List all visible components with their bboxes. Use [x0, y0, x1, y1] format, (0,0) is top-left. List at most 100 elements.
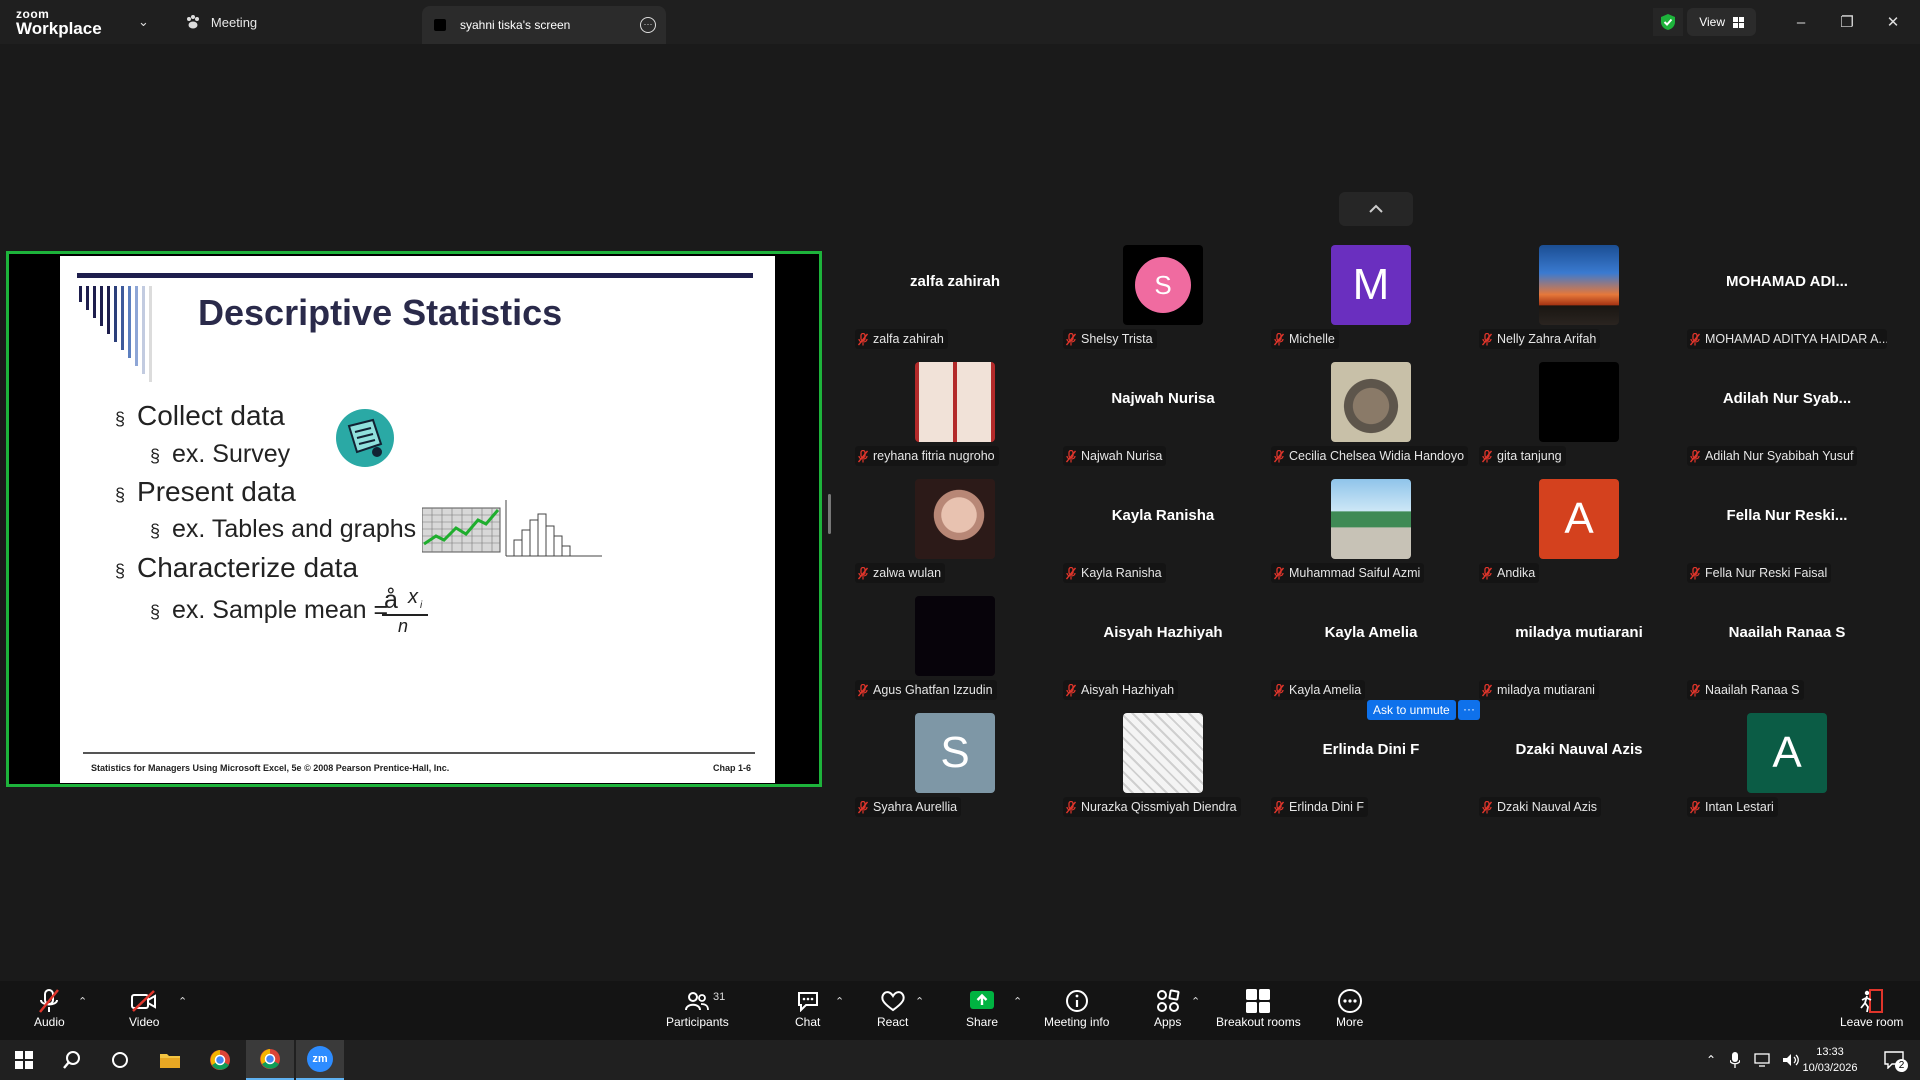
audio-options-chevron-icon[interactable]: ⌃ — [78, 995, 87, 1008]
shared-screen[interactable]: Descriptive Statistics § Collect data § ex… — [6, 251, 822, 787]
participant-tile[interactable]: Kayla Ranisha Kayla Ranisha — [1061, 479, 1265, 591]
share-button[interactable]: Share — [966, 987, 998, 1029]
participant-tile[interactable]: Nelly Zahra Arifah — [1477, 245, 1681, 357]
participant-tile[interactable]: gita tanjung — [1477, 362, 1681, 474]
tab-screen-label: syahni tiska's screen — [460, 18, 571, 32]
tab-shared-screen[interactable]: syahni tiska's screen ··· — [422, 6, 666, 44]
mic-muted-icon — [1066, 449, 1076, 462]
info-icon — [1065, 990, 1088, 1012]
participant-tile[interactable]: Nurazka Qissmiyah Diendra — [1061, 713, 1265, 825]
shield-icon[interactable] — [1653, 8, 1684, 36]
mic-muted-icon — [858, 566, 868, 579]
participant-tile[interactable]: Adilah Nur Syab... Adilah Nur Syabibah Yu… — [1685, 362, 1889, 474]
participant-display-name: Kayla Amelia — [1324, 624, 1418, 641]
participant-tile[interactable]: Dzaki Nauval Azis Dzaki Nauval Azis — [1477, 713, 1681, 825]
meeting-toolbar: Audio ⌃ Video ⌃ Participants 31 Chat ⌃ R… — [0, 981, 1920, 1040]
paw-icon — [186, 15, 199, 29]
more-options-icon[interactable]: ··· — [640, 17, 656, 33]
panel-resize-handle[interactable] — [828, 494, 831, 534]
video-options-chevron-icon[interactable]: ⌃ — [178, 995, 187, 1008]
mic-muted-icon — [1482, 449, 1492, 462]
participant-tile[interactable]: Cecilia Chelsea Widia Handoyo — [1269, 362, 1473, 474]
mic-muted-icon — [1690, 800, 1700, 813]
restore-icon[interactable]: ❐ — [1824, 13, 1870, 31]
participant-tile[interactable]: miladya mutiarani miladya mutiarani — [1477, 596, 1681, 708]
heart-icon — [880, 991, 905, 1012]
mic-muted-icon — [1690, 566, 1700, 579]
more-button[interactable]: More — [1336, 987, 1363, 1029]
share-options-chevron-icon[interactable]: ⌃ — [1013, 995, 1022, 1008]
participant-tile[interactable]: Muhammad Saiful Azmi — [1269, 479, 1473, 591]
participant-display-name: MOHAMAD ADI... — [1726, 273, 1848, 290]
chat-button[interactable]: Chat — [795, 987, 820, 1029]
search-icon[interactable] — [48, 1040, 96, 1080]
taskbar-clock[interactable]: 13:33 10/03/2026 — [1798, 1044, 1862, 1076]
participant-tile[interactable]: MOHAMAD ADI... MOHAMAD ADITYA HAIDAR A... — [1685, 245, 1889, 357]
network-icon[interactable] — [1754, 1053, 1772, 1067]
slide-footer-right: Chap 1-6 — [712, 763, 751, 773]
participant-more-button[interactable]: ··· — [1458, 700, 1480, 720]
video-off-icon — [131, 990, 157, 1012]
participant-display-name: zalfa zahirah — [909, 273, 1001, 290]
participant-name-label: Syahra Aurellia — [855, 797, 962, 817]
participant-name: Kayla Ranisha — [1081, 566, 1162, 580]
close-icon[interactable]: ✕ — [1870, 13, 1916, 31]
participant-tile[interactable]: zalfa zahirah zalfa zahirah — [853, 245, 1057, 357]
minimize-icon[interactable]: – — [1778, 14, 1824, 31]
tab-meeting[interactable]: Meeting — [185, 14, 257, 30]
participant-tile[interactable]: Fella Nur Reski... Fella Nur Reski Faisal — [1685, 479, 1889, 591]
apps-button[interactable]: Apps — [1154, 987, 1181, 1029]
react-button[interactable]: React — [877, 987, 908, 1029]
task-view-icon[interactable] — [96, 1040, 144, 1080]
participant-tile[interactable]: M Michelle — [1269, 245, 1473, 357]
zoom-app-icon[interactable]: zm — [296, 1040, 344, 1080]
participant-tile[interactable]: Erlinda Dini F Erlinda Dini F — [1269, 713, 1473, 825]
mic-muted-icon — [858, 449, 868, 462]
leave-room-button[interactable]: Leave room — [1840, 987, 1903, 1029]
windows-start-icon[interactable] — [0, 1040, 48, 1080]
participant-tile[interactable]: S Syahra Aurellia — [853, 713, 1057, 825]
tray-chevron-up-icon[interactable]: ⌃ — [1706, 1053, 1716, 1067]
participant-tile[interactable]: Agus Ghatfan Izzudin — [853, 596, 1057, 708]
gallery-scroll-up-button[interactable] — [1339, 192, 1413, 226]
participant-name-label: Naailah Ranaa S — [1687, 680, 1804, 700]
notifications-icon[interactable]: 2 — [1870, 1040, 1918, 1080]
audio-button[interactable]: Audio — [34, 987, 65, 1029]
ask-to-unmute-button[interactable]: Ask to unmute — [1367, 700, 1456, 720]
participant-tile[interactable]: S Shelsy Trista — [1061, 245, 1265, 357]
meeting-info-button[interactable]: Meeting info — [1044, 987, 1109, 1029]
view-button[interactable]: View — [1687, 8, 1756, 36]
participant-tile[interactable]: zalwa wulan — [853, 479, 1057, 591]
participant-display-name: Adilah Nur Syab... — [1722, 390, 1852, 407]
participant-name-label: Erlinda Dini F — [1271, 797, 1369, 817]
mic-muted-icon — [1482, 800, 1492, 813]
mic-muted-icon — [1690, 683, 1700, 696]
sub-survey: § ex. Survey — [150, 440, 291, 468]
participant-tile[interactable]: Kayla Amelia Kayla Amelia — [1269, 596, 1473, 708]
bullet-characterize: § Characterize data — [115, 552, 359, 583]
participant-tile[interactable]: Naailah Ranaa S Naailah Ranaa S — [1685, 596, 1889, 708]
video-button[interactable]: Video — [129, 987, 159, 1029]
chat-label: Chat — [795, 1015, 821, 1029]
file-explorer-icon[interactable] — [146, 1040, 194, 1080]
participant-name: Najwah Nurisa — [1081, 449, 1163, 463]
more-label: More — [1336, 1015, 1364, 1029]
chat-options-chevron-icon[interactable]: ⌃ — [835, 995, 844, 1008]
breakout-rooms-button[interactable]: Breakout rooms — [1216, 987, 1301, 1029]
apps-options-chevron-icon[interactable]: ⌃ — [1191, 995, 1200, 1008]
participant-tile[interactable]: A Andika — [1477, 479, 1681, 591]
react-options-chevron-icon[interactable]: ⌃ — [915, 995, 924, 1008]
chevron-down-icon[interactable]: ⌄ — [138, 14, 149, 30]
avatar — [1331, 479, 1411, 559]
chrome-icon[interactable] — [196, 1040, 244, 1080]
participant-tile[interactable]: reyhana fitria nugroho — [853, 362, 1057, 474]
chrome-profile-icon[interactable] — [246, 1040, 294, 1080]
participant-tile[interactable]: A Intan Lestari — [1685, 713, 1889, 825]
participant-name: reyhana fitria nugroho — [873, 449, 995, 463]
avatar: A — [1747, 713, 1827, 793]
mic-muted-icon — [858, 800, 868, 813]
participant-tile[interactable]: Najwah Nurisa Najwah Nurisa — [1061, 362, 1265, 474]
microphone-icon[interactable] — [1730, 1052, 1741, 1068]
participant-tile[interactable]: Aisyah Hazhiyah Aisyah Hazhiyah — [1061, 596, 1265, 708]
participant-name-label: Najwah Nurisa — [1063, 446, 1167, 466]
